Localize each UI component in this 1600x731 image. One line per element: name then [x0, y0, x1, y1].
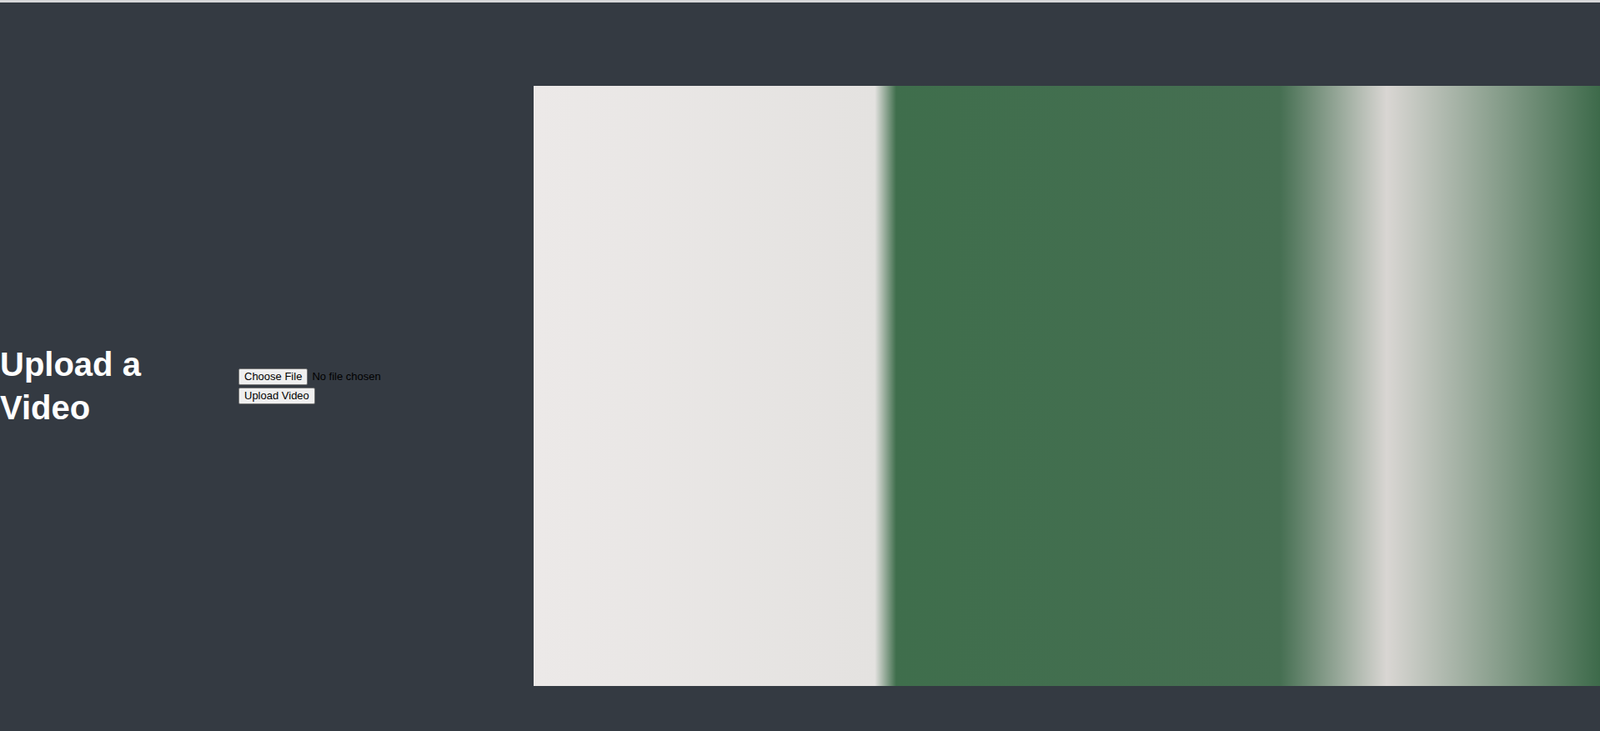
- page-heading: Upload a Video: [0, 342, 184, 430]
- upload-video-button[interactable]: Upload Video: [238, 387, 316, 405]
- choose-file-button[interactable]: Choose File: [238, 368, 308, 386]
- top-line: [0, 0, 1600, 3]
- upload-form: Choose FileNo file chosenUpload Video: [238, 368, 534, 405]
- file-input[interactable]: Choose FileNo file chosen: [238, 368, 382, 386]
- main-area: Upload a VideoChoose FileNo file chosenU…: [0, 2, 1600, 731]
- page: Upload a VideoChoose FileNo file chosenU…: [0, 0, 1600, 731]
- heading-column: Upload a Video: [0, 342, 239, 430]
- video-frame[interactable]: [533, 85, 1600, 687]
- file-status: No file chosen: [311, 370, 381, 383]
